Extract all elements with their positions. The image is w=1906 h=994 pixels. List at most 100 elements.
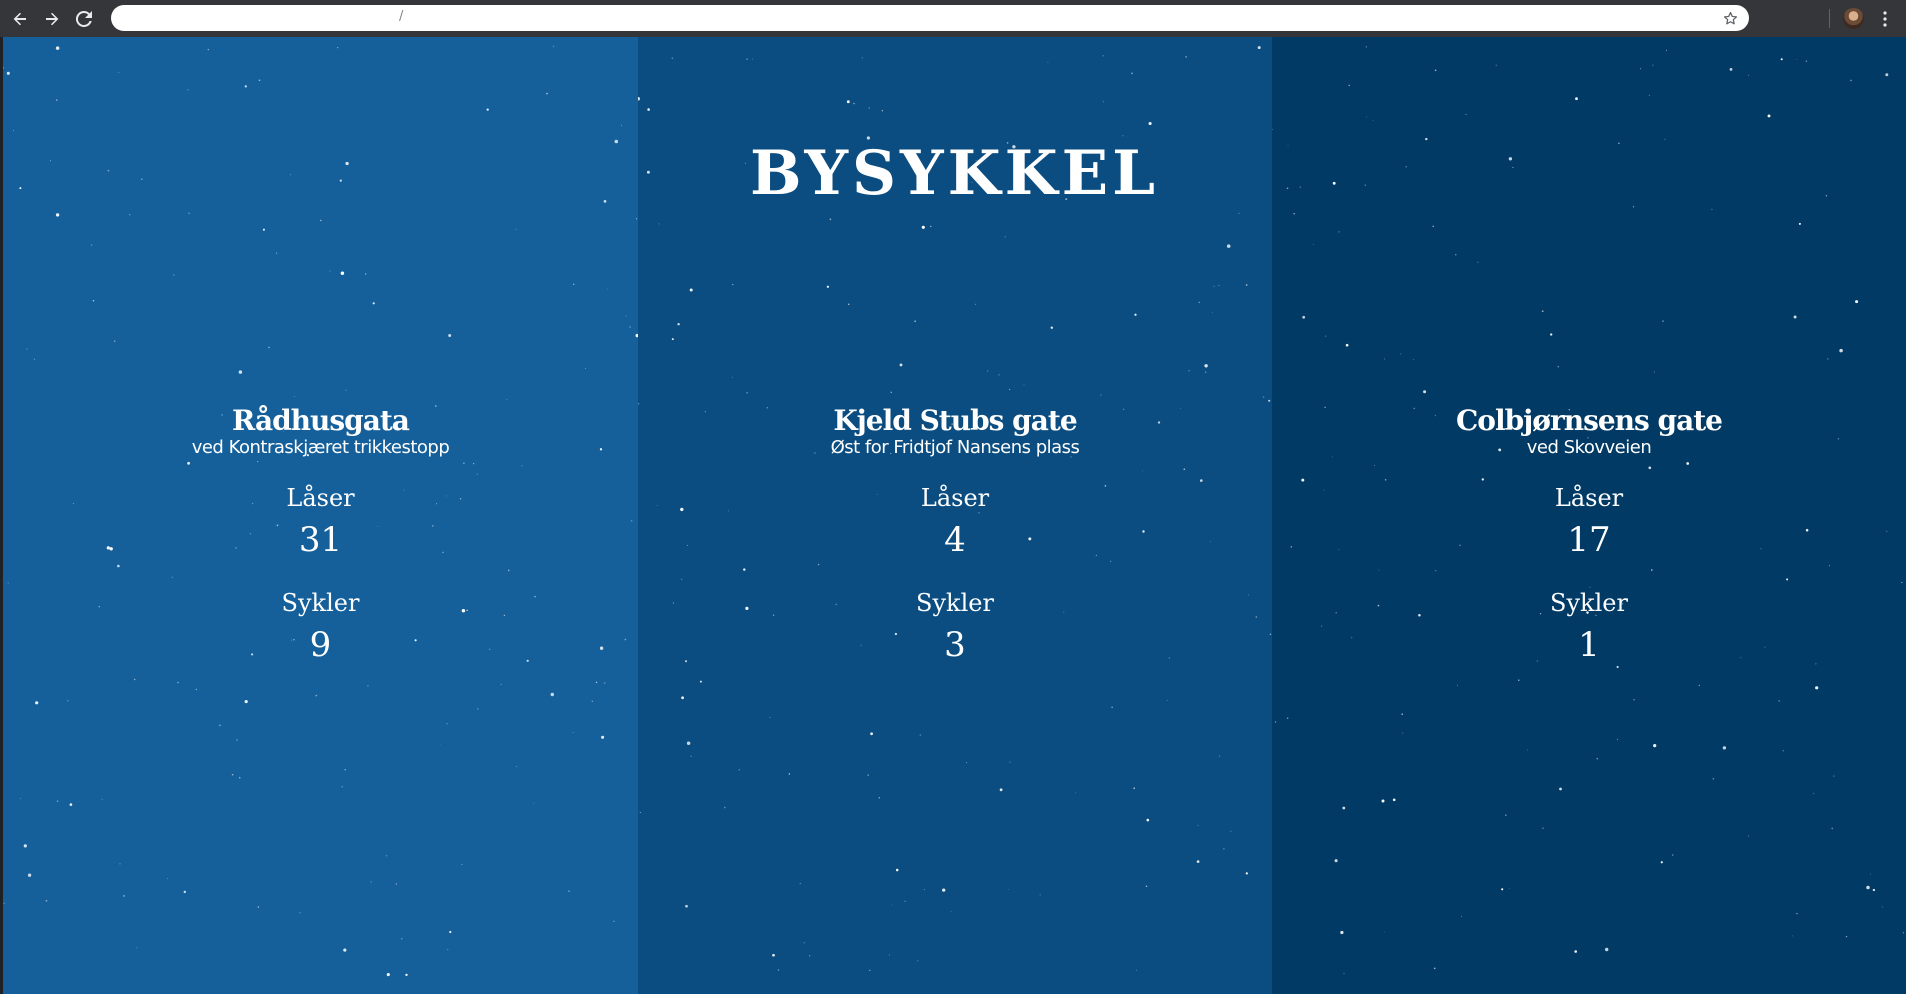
- star-dot: [329, 270, 331, 272]
- kebab-menu-icon: [1883, 10, 1887, 27]
- bikes-label: Sykler: [1550, 589, 1628, 617]
- star-dot: [1633, 699, 1635, 701]
- star-dot: [1559, 787, 1562, 791]
- star-dot: [826, 285, 830, 288]
- star-dot: [998, 374, 1000, 376]
- star-dot: [1111, 706, 1113, 709]
- address-text: /: [399, 9, 404, 24]
- star-dot: [769, 717, 771, 719]
- star-dot: [1342, 806, 1346, 810]
- star-dot: [1729, 67, 1733, 71]
- star-dot: [1325, 335, 1327, 337]
- star-dot: [1574, 950, 1577, 953]
- reload-icon: [76, 10, 92, 27]
- star-dot: [343, 948, 347, 952]
- page-title: BYSYKKEL: [749, 138, 1160, 209]
- star-dot: [1148, 121, 1152, 126]
- star-dot: [1348, 84, 1350, 87]
- star-dot: [67, 700, 69, 702]
- star-dot: [262, 228, 265, 231]
- star-dot: [1518, 679, 1520, 681]
- star-dot: [1550, 333, 1553, 336]
- star-dot: [846, 100, 850, 104]
- star-dot: [187, 89, 189, 91]
- star-dot: [738, 769, 741, 771]
- star-dot: [1455, 254, 1457, 256]
- bookmark-button[interactable]: [1721, 9, 1739, 27]
- star-dot: [1004, 236, 1006, 238]
- star-dot: [515, 228, 517, 230]
- star-dot: [889, 954, 890, 956]
- star-dot: [219, 724, 221, 727]
- star-dot: [1881, 906, 1883, 908]
- station-name: Kjeld Stubs gate: [833, 404, 1077, 437]
- star-dot: [1508, 887, 1510, 889]
- station-name: Rådhusgata: [232, 404, 410, 437]
- star-dot: [1204, 364, 1208, 368]
- star-dot: [1902, 932, 1905, 934]
- star-dot: [746, 58, 748, 61]
- locks-value: 4: [944, 520, 966, 560]
- star-dot: [788, 773, 791, 775]
- star-dot: [119, 863, 121, 865]
- star-dot: [1133, 787, 1136, 790]
- star-dot: [337, 47, 339, 49]
- back-button[interactable]: [8, 7, 32, 31]
- star-dot: [1268, 399, 1271, 402]
- address-bar[interactable]: /: [111, 5, 1749, 31]
- star-dot: [23, 844, 27, 848]
- star-dot: [638, 96, 640, 101]
- forward-button[interactable]: [40, 7, 64, 31]
- bikes-value: 1: [1578, 625, 1600, 665]
- profile-avatar[interactable]: [1843, 8, 1864, 29]
- star-dot: [861, 57, 863, 59]
- star-dot: [447, 948, 449, 951]
- star-dot: [1495, 64, 1498, 67]
- star-dot: [1869, 873, 1871, 875]
- star-dot: [1791, 935, 1793, 937]
- star-dot: [1340, 930, 1344, 935]
- star-dot: [869, 969, 871, 971]
- star-dot: [533, 802, 535, 804]
- star-dot: [685, 904, 688, 908]
- star-dot: [930, 225, 932, 228]
- star-dot: [1866, 885, 1870, 890]
- star-dot: [1145, 885, 1148, 888]
- locks-label: Låser: [920, 484, 990, 512]
- star-dot: [966, 762, 968, 764]
- star-dot: [689, 288, 693, 292]
- star-dot: [625, 315, 627, 317]
- star-dot: [244, 700, 248, 704]
- star-dot: [732, 377, 734, 378]
- star-dot: [914, 320, 916, 323]
- reload-button[interactable]: [72, 7, 96, 31]
- arrow-right-icon: [46, 12, 59, 25]
- bysykkel-page: BYSYKKEL Rådhusgata ved Kontraskjæret tr…: [3, 37, 1906, 994]
- star-dot: [803, 942, 805, 944]
- star-dot: [1465, 113, 1467, 116]
- locks-value: 31: [298, 520, 343, 560]
- star-dot: [315, 694, 318, 697]
- star-dot: [365, 273, 367, 275]
- star-dot: [1245, 284, 1248, 286]
- star-dot: [1653, 743, 1657, 748]
- browser-menu-button[interactable]: [1875, 8, 1895, 29]
- star-dot: [1501, 888, 1504, 891]
- star-dot: [1008, 889, 1009, 891]
- star-dot: [516, 765, 518, 767]
- star-dot: [35, 701, 39, 705]
- star-dot: [1833, 775, 1835, 777]
- star-dot: [1850, 79, 1852, 82]
- bikes-value: 9: [309, 625, 332, 665]
- star-dot: [1293, 212, 1295, 215]
- star-dot: [777, 969, 780, 971]
- star-dot: [629, 326, 631, 328]
- star-dot: [1345, 343, 1349, 347]
- star-dot: [1134, 313, 1137, 316]
- star-dot: [1338, 231, 1340, 233]
- star-dot: [606, 288, 608, 290]
- star-dot: [133, 678, 136, 681]
- star-dot: [448, 334, 452, 337]
- star-dot: [853, 102, 855, 105]
- star-dot: [1102, 55, 1104, 57]
